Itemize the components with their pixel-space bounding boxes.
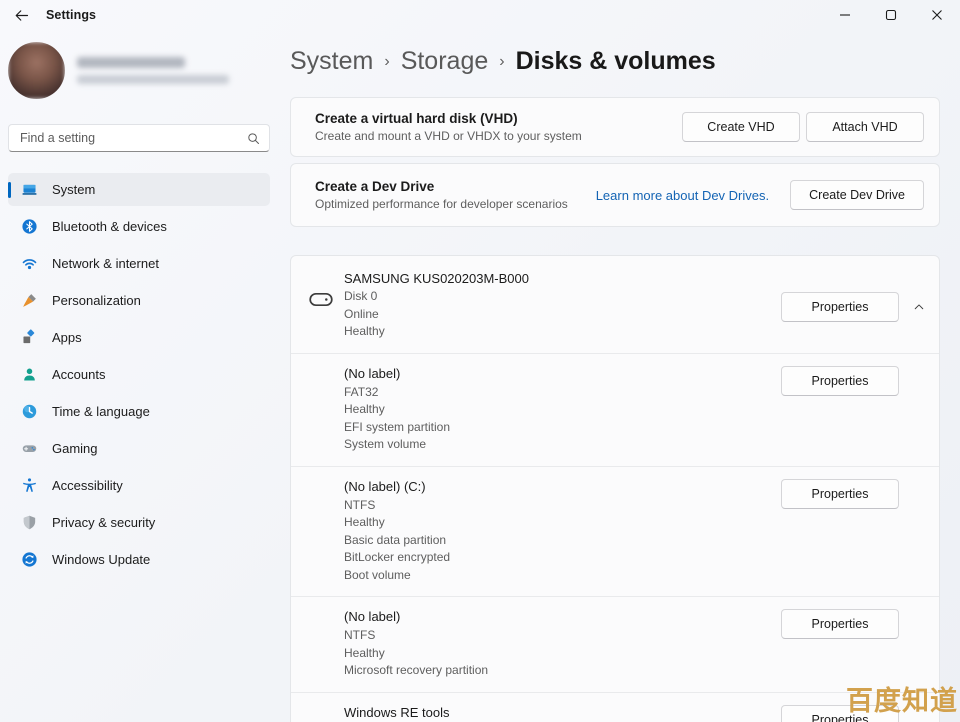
collapse-button[interactable]: [907, 294, 931, 320]
main-content: System › Storage › Disks & volumes Creat…: [278, 30, 960, 722]
accessibility-icon: [21, 477, 38, 494]
close-button[interactable]: [914, 0, 960, 30]
sidebar-nav: System Bluetooth & devices Network & int…: [8, 173, 270, 576]
chevron-up-icon: [912, 300, 926, 314]
volume-properties-button[interactable]: Properties: [781, 479, 899, 509]
sidebar-item-privacy[interactable]: Privacy & security: [8, 506, 270, 539]
create-vhd-button[interactable]: Create VHD: [682, 112, 800, 142]
dev-drive-card: Create a Dev Drive Optimized performance…: [290, 163, 940, 227]
system-icon: [21, 181, 38, 198]
bluetooth-icon: [21, 218, 38, 235]
dev-drive-card-title: Create a Dev Drive: [315, 179, 596, 194]
sidebar-item-bluetooth[interactable]: Bluetooth & devices: [8, 210, 270, 243]
search-input[interactable]: [20, 131, 246, 145]
breadcrumb-system[interactable]: System: [290, 47, 373, 76]
window-title: Settings: [46, 8, 96, 22]
disk-name: SAMSUNG KUS020203M-B000: [344, 270, 781, 288]
close-icon: [931, 9, 943, 21]
accounts-icon: [21, 366, 38, 383]
volume-row: (No label) (C:) NTFS Healthy Basic data …: [291, 466, 939, 597]
create-dev-drive-button[interactable]: Create Dev Drive: [790, 180, 924, 210]
sidebar-item-label: Personalization: [52, 293, 141, 308]
minimize-icon: [839, 9, 851, 21]
volume-details: NTFS Healthy Basic data partition BitLoc…: [344, 497, 781, 585]
sidebar-item-system[interactable]: System: [8, 173, 270, 206]
breadcrumb-storage[interactable]: Storage: [401, 47, 489, 76]
volume-details: FAT32 Healthy EFI system partition Syste…: [344, 384, 781, 454]
volume-row: Windows RE tools NTFS Healthy Properties: [291, 692, 939, 722]
gaming-icon: [21, 440, 38, 457]
volume-title: (No label): [344, 365, 781, 383]
apps-icon: [21, 329, 38, 346]
user-profile[interactable]: [8, 42, 270, 99]
selected-indicator: [8, 182, 11, 198]
minimize-button[interactable]: [822, 0, 868, 30]
vhd-card-title: Create a virtual hard disk (VHD): [315, 111, 682, 126]
volume-title: Windows RE tools: [344, 704, 781, 722]
network-icon: [21, 255, 38, 272]
search-icon: [246, 131, 261, 146]
sidebar-item-apps[interactable]: Apps: [8, 321, 270, 354]
sidebar-item-label: Gaming: [52, 441, 98, 456]
volume-list: (No label) FAT32 Healthy EFI system part…: [291, 353, 939, 722]
volume-row: (No label) NTFS Healthy Microsoft recove…: [291, 596, 939, 692]
sidebar-item-label: Accessibility: [52, 478, 123, 493]
sidebar-item-label: Time & language: [52, 404, 150, 419]
vhd-card: Create a virtual hard disk (VHD) Create …: [290, 97, 940, 157]
breadcrumb-separator-icon: ›: [488, 53, 515, 71]
volume-properties-button[interactable]: Properties: [781, 366, 899, 396]
sidebar-item-label: Network & internet: [52, 256, 159, 271]
sidebar-item-label: Apps: [52, 330, 82, 345]
sidebar-item-personalization[interactable]: Personalization: [8, 284, 270, 317]
sidebar-item-label: Accounts: [52, 367, 105, 382]
breadcrumb: System › Storage › Disks & volumes: [290, 44, 940, 78]
sidebar-item-update[interactable]: Windows Update: [8, 543, 270, 576]
disk-header-row: SAMSUNG KUS020203M-B000 Disk 0 Online He…: [291, 256, 939, 353]
disk-properties-button[interactable]: Properties: [781, 292, 899, 322]
breadcrumb-separator-icon: ›: [373, 53, 400, 71]
page-title: Disks & volumes: [516, 47, 716, 76]
sidebar-item-accessibility[interactable]: Accessibility: [8, 469, 270, 502]
sidebar-item-label: Privacy & security: [52, 515, 155, 530]
privacy-icon: [21, 514, 38, 531]
time-icon: [21, 403, 38, 420]
volume-row: (No label) FAT32 Healthy EFI system part…: [291, 353, 939, 466]
sidebar-item-label: Windows Update: [52, 552, 150, 567]
update-icon: [21, 551, 38, 568]
user-email-redacted: [77, 75, 229, 84]
back-button[interactable]: [4, 0, 38, 30]
volume-properties-button[interactable]: Properties: [781, 609, 899, 639]
volume-title: (No label) (C:): [344, 478, 781, 496]
titlebar: Settings: [0, 0, 960, 30]
maximize-icon: [885, 9, 897, 21]
disk-details: Disk 0 Online Healthy: [344, 288, 781, 341]
personalization-icon: [21, 292, 38, 309]
sidebar-item-label: Bluetooth & devices: [52, 219, 167, 234]
sidebar-item-network[interactable]: Network & internet: [8, 247, 270, 280]
dev-drive-learn-more-link[interactable]: Learn more about Dev Drives.: [596, 188, 769, 203]
sidebar-item-label: System: [52, 182, 95, 197]
search-box: [8, 124, 270, 152]
attach-vhd-button[interactable]: Attach VHD: [806, 112, 924, 142]
vhd-card-subtitle: Create and mount a VHD or VHDX to your s…: [315, 129, 682, 143]
dev-drive-card-subtitle: Optimized performance for developer scen…: [315, 197, 596, 211]
sidebar-item-accounts[interactable]: Accounts: [8, 358, 270, 391]
back-arrow-icon: [13, 7, 30, 24]
volume-title: (No label): [344, 608, 781, 626]
sidebar-item-time[interactable]: Time & language: [8, 395, 270, 428]
user-name-block: [77, 57, 229, 84]
volume-details: NTFS Healthy Microsoft recovery partitio…: [344, 627, 781, 680]
sidebar: System Bluetooth & devices Network & int…: [0, 30, 278, 722]
avatar: [8, 42, 65, 99]
settings-window: Settings: [0, 0, 960, 722]
disk-drive-icon: [309, 292, 333, 307]
maximize-button[interactable]: [868, 0, 914, 30]
disk-card: SAMSUNG KUS020203M-B000 Disk 0 Online He…: [290, 255, 940, 722]
watermark: 百度知道: [846, 679, 958, 718]
user-name-redacted: [77, 57, 185, 68]
sidebar-item-gaming[interactable]: Gaming: [8, 432, 270, 465]
